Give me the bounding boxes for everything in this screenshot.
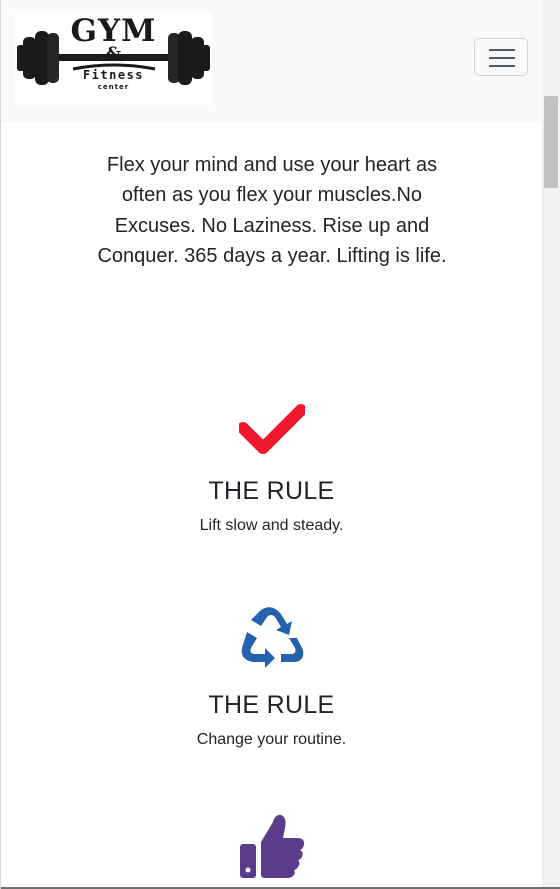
intro-text: Flex your mind and use your heart as oft…	[97, 154, 447, 267]
logo-ampersand: &	[105, 44, 122, 64]
feature-title: THE RULE	[208, 477, 335, 505]
logo-center-text: center	[97, 83, 130, 91]
hamburger-icon-line-top	[489, 49, 515, 51]
checkmark-icon	[238, 404, 305, 454]
feature-change-routine: THE RULE Change your routine.	[1, 604, 542, 750]
hamburger-icon-line-middle	[489, 57, 515, 59]
brand-logo[interactable]: GYM & Fitness center	[15, 11, 212, 105]
page-viewport: GYM & Fitness center Flex your mind and …	[0, 0, 560, 889]
hamburger-icon-line-bottom	[489, 65, 515, 67]
feature-text: Lift slow and steady.	[199, 517, 344, 534]
feature-thumbs-up	[1, 812, 542, 880]
scrollbar-thumb[interactable]	[544, 96, 558, 188]
page-scrollbar[interactable]	[542, 0, 560, 889]
navbar: GYM & Fitness center	[1, 0, 542, 122]
feature-title: THE RULE	[208, 691, 335, 719]
feature-text: Change your routine.	[196, 731, 347, 748]
feature-lift-slow: THE RULE Lift slow and steady.	[1, 404, 542, 536]
thumbs-up-icon	[239, 814, 304, 878]
menu-toggle-button[interactable]	[474, 38, 528, 76]
recycle-icon	[241, 607, 303, 668]
logo-fitness-text: Fitness	[82, 68, 145, 82]
